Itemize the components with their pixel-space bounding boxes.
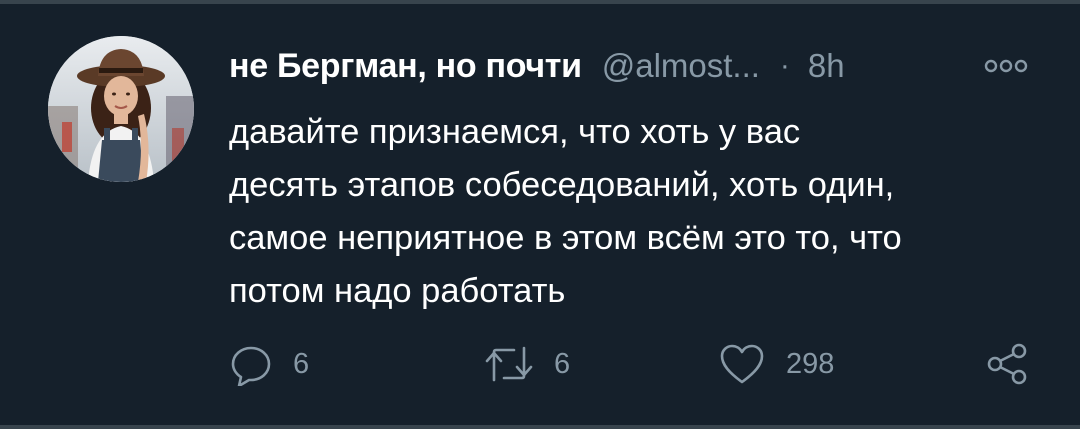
display-name[interactable]: не Бергман, но почти [229, 47, 582, 86]
tweet-text: давайте признаемся, что хоть у вас десят… [229, 106, 1039, 318]
share-icon [985, 342, 1029, 386]
bottom-divider [0, 425, 1080, 429]
avatar[interactable] [48, 36, 194, 182]
tweet[interactable]: не Бергман, но почти @almost... · 8h дав… [0, 4, 1080, 425]
retweet-button[interactable]: 6 [484, 334, 570, 394]
reply-count: 6 [293, 347, 310, 380]
tweet-text-line: десять этапов собеседований, хоть один, [229, 166, 895, 204]
retweet-icon [484, 342, 534, 386]
tweet-text-line: самое неприятное в этом всём это то, что [229, 219, 902, 257]
like-count: 298 [786, 347, 835, 380]
retweet-count: 6 [554, 347, 571, 380]
like-button[interactable]: 298 [718, 334, 834, 394]
reply-button[interactable]: 6 [229, 334, 309, 394]
tweet-actions: 6 6 298 [0, 334, 1080, 394]
user-handle[interactable]: @almost... [602, 47, 760, 85]
share-button[interactable] [985, 334, 1029, 394]
avatar-image [48, 36, 194, 182]
tweet-header: не Бергман, но почти @almost... · 8h [229, 44, 845, 88]
more-options-button[interactable] [978, 54, 1034, 78]
timestamp[interactable]: 8h [808, 47, 845, 85]
heart-icon [718, 342, 766, 386]
separator-dot: · [779, 49, 790, 82]
reply-icon [229, 342, 273, 386]
tweet-text-line: потом надо работать [229, 272, 566, 310]
tweet-text-line: давайте признаемся, что хоть у вас [229, 113, 801, 151]
more-horizontal-icon [984, 59, 1028, 73]
